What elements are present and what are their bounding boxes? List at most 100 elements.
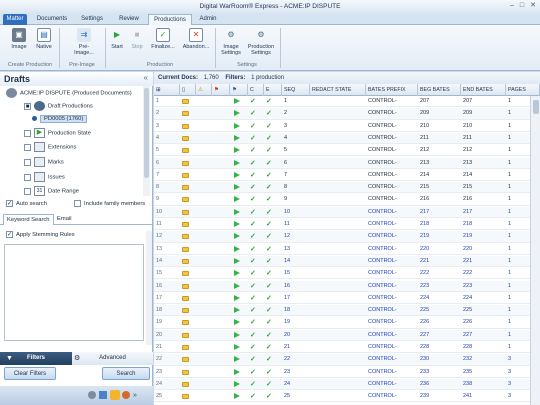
green-flag-icon[interactable] <box>230 293 248 304</box>
nav-globe-icon[interactable] <box>88 391 96 399</box>
tab-admin[interactable]: Admin <box>196 14 220 25</box>
table-row[interactable]: 12 ✓ ✓ 12 CONTROL- 219 219 1 <box>154 231 530 243</box>
collapse-panel-icon[interactable]: « <box>144 73 148 82</box>
tree-date-range[interactable]: 31 Date Range <box>24 186 79 197</box>
green-flag-icon[interactable] <box>230 133 248 144</box>
keyword-scrollbar[interactable] <box>146 231 152 345</box>
image-settings-button[interactable]: ⚙ Image Settings <box>218 28 244 56</box>
green-flag-icon[interactable] <box>230 244 248 255</box>
column-flag-red-icon[interactable]: ⚑ <box>212 84 230 96</box>
nav-monitor-icon[interactable] <box>99 391 107 399</box>
stemming-option[interactable]: ✓ Apply Stemming Rules <box>6 230 75 241</box>
tree-scroll-thumb[interactable] <box>144 88 149 178</box>
green-flag-icon[interactable] <box>230 305 248 316</box>
table-row[interactable]: 6 ✓ ✓ 6 CONTROL- 213 213 1 <box>154 157 530 169</box>
tree-extensions[interactable]: Extensions <box>24 142 76 153</box>
green-flag-icon[interactable] <box>230 317 248 328</box>
green-flag-icon[interactable] <box>230 182 248 193</box>
green-flag-icon[interactable] <box>230 330 248 341</box>
tab-productions[interactable]: Productions <box>148 14 192 25</box>
nav-productions-icon[interactable] <box>110 390 120 400</box>
tab-review[interactable]: Review <box>114 14 144 25</box>
green-flag-icon[interactable] <box>230 170 248 181</box>
maximize-button[interactable]: □ <box>520 2 524 10</box>
column-beg-bates[interactable]: BEG BATES <box>418 84 461 96</box>
tab-matter[interactable]: Matter <box>3 14 27 25</box>
tab-documents[interactable]: Documents <box>33 14 71 25</box>
keyword-search-input[interactable] <box>4 244 144 341</box>
table-row[interactable]: 23 ✓ ✓ 23 CONTROL- 233 235 3 <box>154 367 530 378</box>
green-flag-icon[interactable] <box>230 379 248 390</box>
tree-draft-productions[interactable]: ■ Draft Productions <box>24 101 93 112</box>
column-redact-state[interactable]: REDACT STATE <box>310 84 366 96</box>
table-row[interactable]: 19 ✓ ✓ 19 CONTROL- 226 226 1 <box>154 317 530 329</box>
tab-email[interactable]: Email <box>54 214 75 225</box>
finalize-button[interactable]: ✓ Finalize... <box>148 28 178 50</box>
green-flag-icon[interactable] <box>230 194 248 205</box>
green-flag-icon[interactable] <box>230 96 248 107</box>
column-end-bates[interactable]: END BATES <box>461 84 506 96</box>
issues-checkbox[interactable] <box>24 173 31 181</box>
table-row[interactable]: 5 ✓ ✓ 5 CONTROL- 212 212 1 <box>154 145 530 157</box>
table-row[interactable]: 25 ✓ ✓ 25 CONTROL- 239 241 3 <box>154 391 530 403</box>
table-row[interactable]: 24 ✓ ✓ 24 CONTROL- 236 238 3 <box>154 378 530 391</box>
tab-filters[interactable]: ▼ Filters <box>0 352 72 365</box>
grid-scrollbar[interactable] <box>530 96 540 405</box>
column-bates-prefix[interactable]: BATES PREFIX <box>366 84 418 96</box>
green-flag-icon[interactable] <box>230 268 248 279</box>
green-flag-icon[interactable] <box>230 207 248 218</box>
stop-button[interactable]: ■ Stop <box>128 28 146 50</box>
green-flag-icon[interactable] <box>230 256 248 267</box>
table-row[interactable]: 18 ✓ ✓ 18 CONTROL- 225 225 1 <box>154 305 530 317</box>
column-selector-icon[interactable]: ⊞ <box>154 84 180 96</box>
tab-settings[interactable]: Settings <box>76 14 108 25</box>
green-flag-icon[interactable] <box>230 158 248 169</box>
green-flag-icon[interactable] <box>230 367 248 378</box>
include-family-checkbox[interactable] <box>74 199 81 207</box>
table-row[interactable]: 3 ✓ ✓ 3 CONTROL- 210 210 1 <box>154 121 530 132</box>
grid-scroll-thumb[interactable] <box>533 100 539 114</box>
green-flag-icon[interactable] <box>230 231 248 242</box>
table-row[interactable]: 20 ✓ ✓ 20 CONTROL- 227 227 1 <box>154 329 530 341</box>
close-button[interactable]: ✕ <box>530 2 536 10</box>
tab-keyword-search[interactable]: Keyword Search <box>3 214 54 225</box>
table-row[interactable]: 11 ✓ ✓ 11 CONTROL- 218 218 1 <box>154 219 530 231</box>
production-settings-button[interactable]: ⚙ Production Settings <box>245 28 277 56</box>
date-range-checkbox[interactable] <box>24 187 31 195</box>
production-state-checkbox[interactable] <box>24 129 31 137</box>
tab-advanced[interactable]: ⚙ Advanced <box>72 352 153 365</box>
tree-scrollbar[interactable] <box>143 86 150 196</box>
green-flag-icon[interactable] <box>230 354 248 365</box>
column-warning-icon[interactable]: ⚠ <box>196 84 212 96</box>
table-row[interactable]: 13 ✓ ✓ 13 CONTROL- 220 220 1 <box>154 244 530 255</box>
column-e[interactable]: E <box>264 84 282 96</box>
pre-image-button[interactable]: ⇉ Pre- Image... <box>66 28 102 56</box>
green-flag-icon[interactable] <box>230 281 248 292</box>
table-row[interactable]: 8 ✓ ✓ 8 CONTROL- 215 215 1 <box>154 182 530 194</box>
green-flag-icon[interactable] <box>230 145 248 156</box>
green-flag-icon[interactable] <box>230 121 248 132</box>
table-row[interactable]: 9 ✓ ✓ 9 CONTROL- 216 216 1 <box>154 194 530 206</box>
green-flag-icon[interactable] <box>230 391 248 402</box>
draft-productions-checkbox[interactable]: ■ <box>24 102 31 110</box>
nav-review-icon[interactable] <box>122 391 130 399</box>
tree-pd0005[interactable]: PD0005 (1760) <box>32 114 88 125</box>
table-row[interactable]: 2 ✓ ✓ 2 CONTROL- 209 209 1 <box>154 108 530 120</box>
table-row[interactable]: 16 ✓ ✓ 16 CONTROL- 223 223 1 <box>154 280 530 292</box>
nav-more-icon[interactable]: » <box>133 392 137 399</box>
minimize-button[interactable]: – <box>510 2 514 10</box>
table-row[interactable]: 15 ✓ ✓ 15 CONTROL- 222 222 1 <box>154 268 530 280</box>
auto-search-option[interactable]: ✓ Auto search <box>6 199 47 210</box>
table-row[interactable]: 4 ✓ ✓ 4 CONTROL- 211 211 1 <box>154 132 530 145</box>
green-flag-icon[interactable] <box>230 219 248 230</box>
marks-checkbox[interactable] <box>24 158 31 166</box>
table-row[interactable]: 17 ✓ ✓ 17 CONTROL- 224 224 1 <box>154 293 530 305</box>
table-row[interactable]: 21 ✓ ✓ 21 CONTROL- 228 228 1 <box>154 342 530 354</box>
column-seq[interactable]: SEQ <box>282 84 310 96</box>
column-pages[interactable]: PAGES <box>506 84 540 96</box>
green-flag-icon[interactable] <box>230 342 248 353</box>
search-button[interactable]: Search <box>102 367 150 380</box>
stemming-checkbox[interactable]: ✓ <box>6 230 13 238</box>
native-button[interactable]: ▤ Native <box>32 28 56 50</box>
table-row[interactable]: 22 ✓ ✓ 22 CONTROL- 230 232 3 <box>154 354 530 366</box>
